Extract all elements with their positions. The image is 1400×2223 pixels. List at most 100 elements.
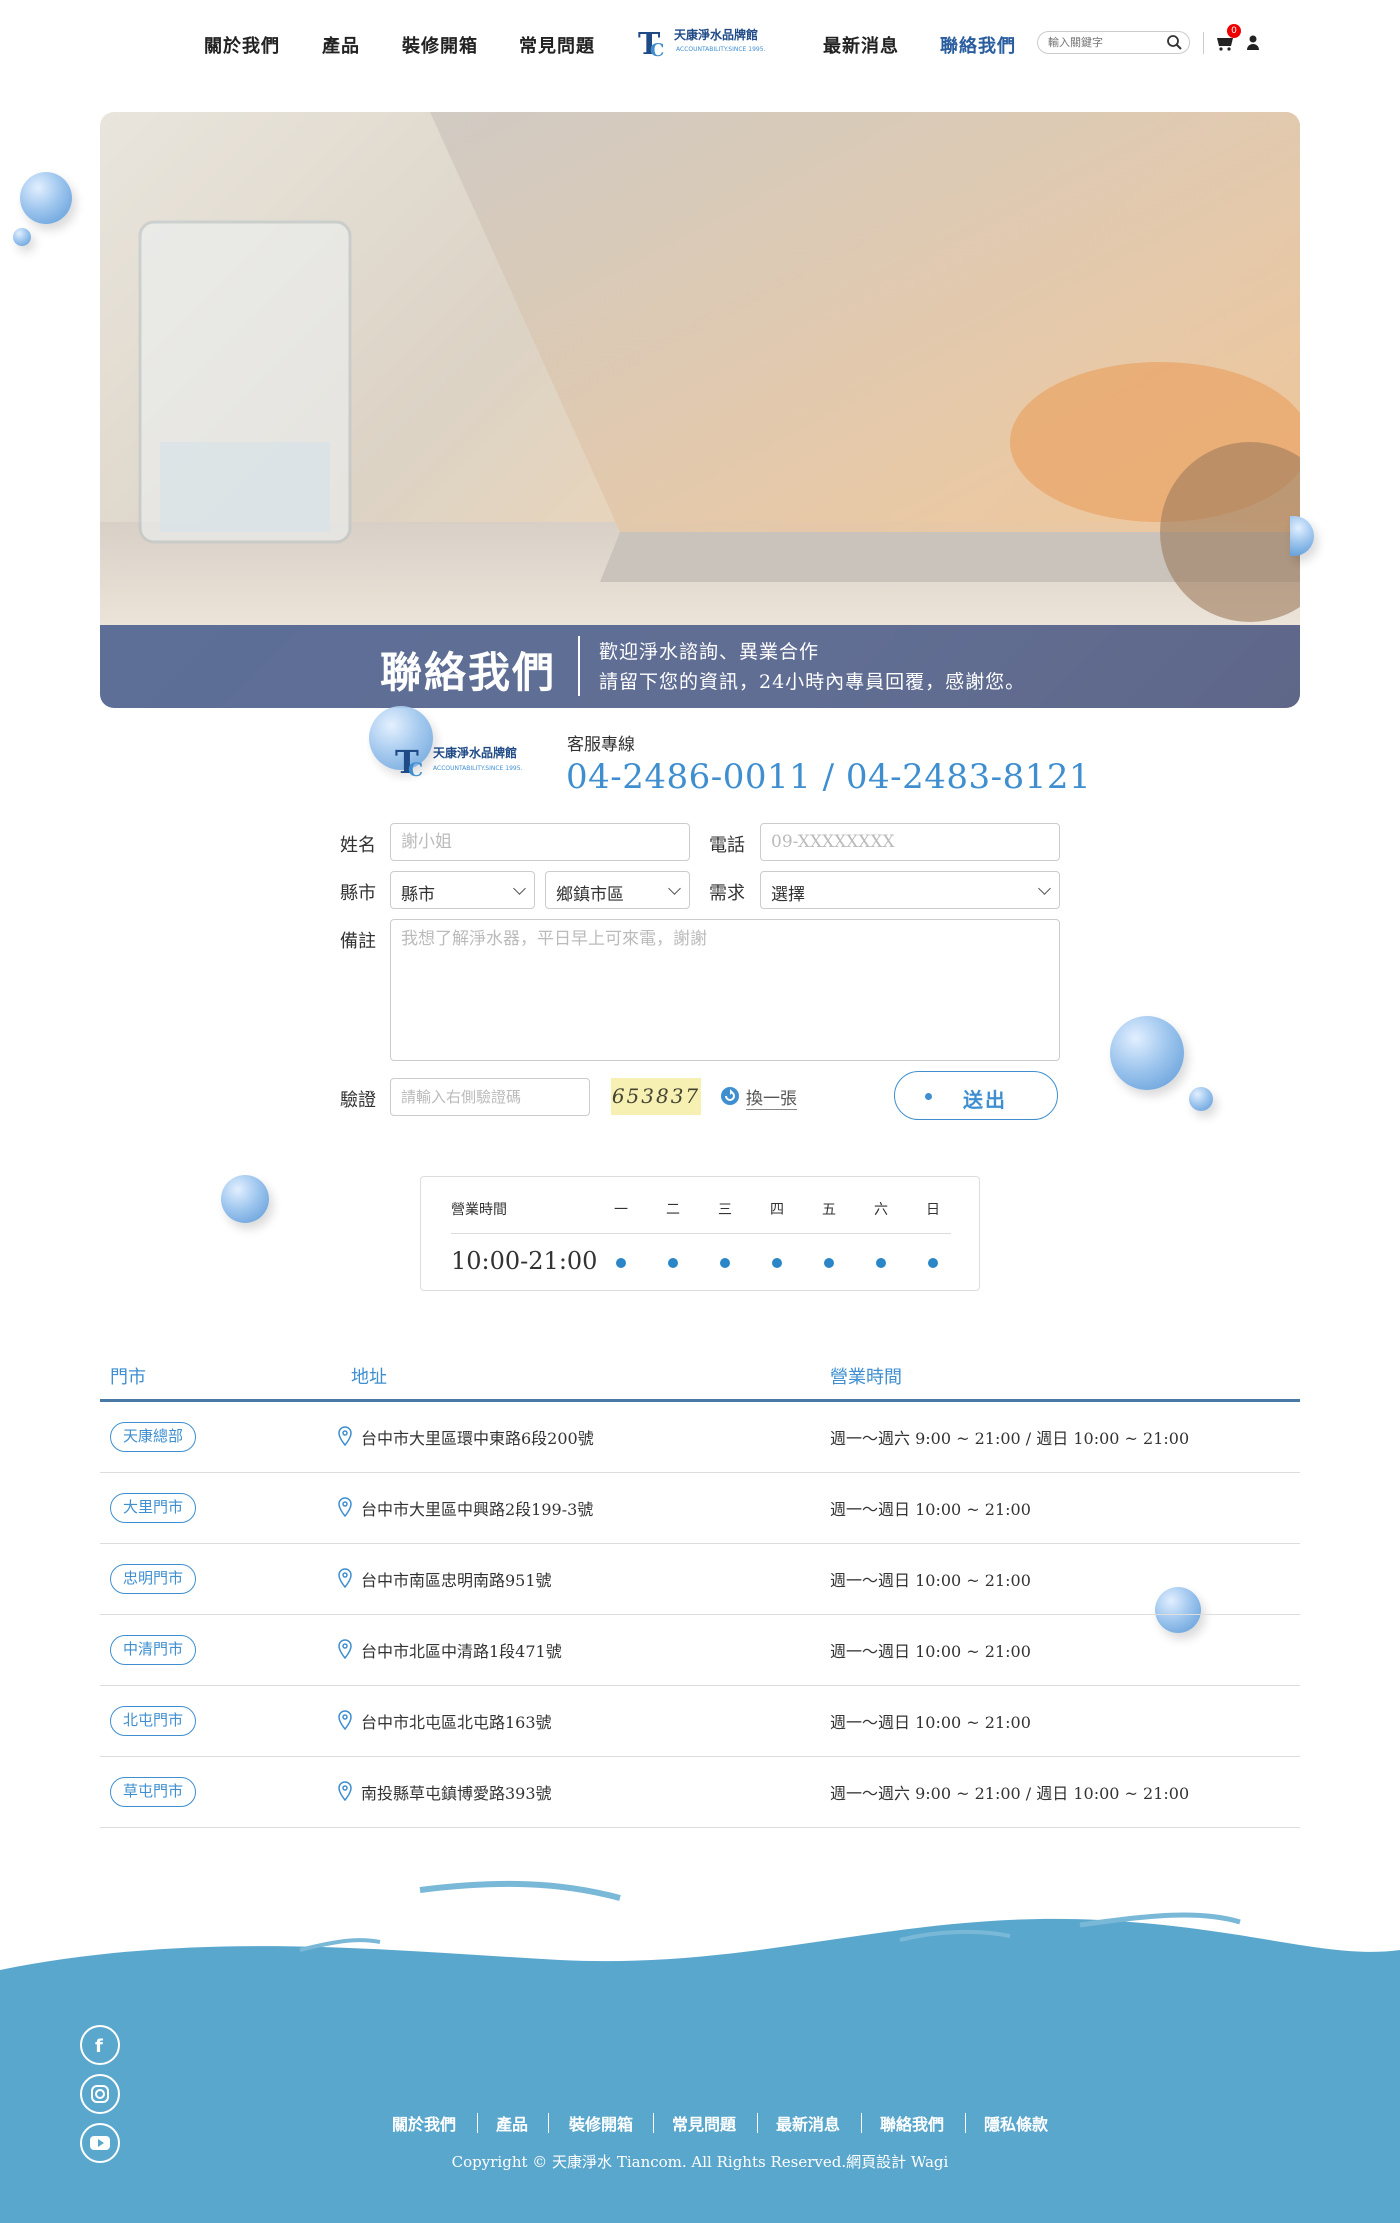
captcha-input[interactable] (390, 1078, 590, 1116)
store-address: 台中市北區中清路1段471號 (361, 1642, 562, 1661)
store-name-tag[interactable]: 中清門市 (110, 1635, 196, 1665)
decor-bubble (20, 172, 72, 224)
footer-divider (477, 2113, 478, 2133)
store-name-tag[interactable]: 草屯門市 (110, 1777, 196, 1807)
location-pin-icon (338, 1710, 352, 1730)
brand-logo-small: T C 天康淨水品牌館 ACCOUNTABILITY.SINCE 1995. (395, 743, 523, 780)
need-select[interactable]: 選擇 (760, 871, 1060, 909)
nav-contact[interactable]: 聯絡我們 (940, 32, 1016, 58)
table-row: 忠明門市 台中市南區忠明南路951號 週一～週日 10:00 ~ 21:00 (100, 1544, 1300, 1615)
store-address: 台中市大里區中興路2段199-3號 (361, 1500, 594, 1519)
open-dot-thu (772, 1258, 782, 1268)
district-select-value: 鄉鎮市區 (556, 885, 624, 905)
footer-link-privacy[interactable]: 隱私條款 (984, 2111, 1048, 2135)
city-select-value: 縣市 (401, 885, 435, 905)
brand-logo[interactable]: T C 天康淨水品牌館 ACCOUNTABILITY.SINCE 1995. (636, 26, 778, 60)
decor-bubble (13, 228, 31, 246)
store-address: 南投縣草屯鎮博愛路393號 (361, 1784, 552, 1803)
top-nav: 關於我們 產品 裝修開箱 常見問題 T C 天康淨水品牌館 ACCOUNTABI… (0, 24, 1400, 60)
hours-time: 10:00-21:00 (451, 1247, 598, 1275)
footer-divider (653, 2113, 654, 2133)
hero-subtitle-2: 請留下您的資訊，24小時內專員回覆，感謝您。 (599, 671, 1026, 693)
location-pin-icon (338, 1568, 352, 1588)
store-name-tag[interactable]: 北屯門市 (110, 1706, 196, 1736)
hero-image (100, 112, 1300, 625)
svg-text:ACCOUNTABILITY.SINCE 1995.: ACCOUNTABILITY.SINCE 1995. (433, 765, 523, 772)
district-select[interactable]: 鄉鎮市區 (545, 871, 690, 909)
submit-button[interactable]: 送出 (894, 1071, 1058, 1120)
search-input[interactable] (1048, 34, 1163, 51)
facebook-icon[interactable]: f (80, 2025, 120, 2065)
note-textarea[interactable] (390, 919, 1060, 1061)
chevron-down-icon (513, 882, 526, 895)
open-dot-sun (928, 1258, 938, 1268)
store-hours: 週一～週日 10:00 ~ 21:00 (830, 1500, 1031, 1519)
verify-label: 驗證 (340, 1090, 376, 1111)
hero-caption-band: 聯絡我們 歡迎淨水諮詢、異業合作 請留下您的資訊，24小時內專員回覆，感謝您。 (100, 625, 1300, 708)
store-hours: 週一～週六 9:00 ~ 21:00 / 週日 10:00 ~ 21:00 (830, 1784, 1190, 1803)
store-address: 台中市南區忠明南路951號 (361, 1571, 552, 1590)
refresh-captcha-link[interactable]: 換一張 (746, 1084, 797, 1110)
col-header-address: 地址 (351, 1367, 387, 1388)
chevron-down-icon (668, 882, 681, 895)
open-dot-sat (876, 1258, 886, 1268)
phone-input[interactable] (760, 823, 1060, 861)
footer-link-contact[interactable]: 聯絡我們 (880, 2111, 944, 2135)
note-label: 備註 (340, 931, 376, 952)
hero-banner: 聯絡我們 歡迎淨水諮詢、異業合作 請留下您的資訊，24小時內專員回覆，感謝您。 (100, 112, 1300, 708)
phone-label: 電話 (709, 835, 745, 856)
name-label: 姓名 (340, 835, 376, 856)
day-sat: 六 (874, 1202, 888, 1218)
table-row: 北屯門市 台中市北屯區北屯路163號 週一～週日 10:00 ~ 21:00 (100, 1686, 1300, 1757)
city-select[interactable]: 縣市 (390, 871, 535, 909)
footer-divider (548, 2113, 549, 2133)
table-row: 大里門市 台中市大里區中興路2段199-3號 週一～週日 10:00 ~ 21:00 (100, 1473, 1300, 1544)
footer-link-about[interactable]: 關於我們 (392, 2111, 456, 2135)
nav-about[interactable]: 關於我們 (204, 32, 280, 58)
location-pin-icon (338, 1781, 352, 1801)
nav-products[interactable]: 產品 (322, 32, 360, 58)
day-thu: 四 (770, 1202, 784, 1218)
city-label: 縣市 (340, 883, 376, 904)
col-header-hours: 營業時間 (830, 1367, 902, 1388)
service-phone-number[interactable]: 04-2486-0011 / 04-2483-8121 (566, 757, 1091, 797)
day-wed: 三 (718, 1202, 732, 1218)
hours-label: 營業時間 (451, 1202, 507, 1218)
footer-nav: 關於我們 產品 裝修開箱 常見問題 最新消息 聯絡我們 隱私條款 (0, 2107, 1400, 2137)
chevron-down-icon (1038, 882, 1051, 895)
store-name-tag[interactable]: 天康總部 (110, 1422, 196, 1452)
decor-bubble (1290, 516, 1314, 556)
name-input[interactable] (390, 823, 690, 861)
store-name-tag[interactable]: 大里門市 (110, 1493, 196, 1523)
service-line-label: 客服專線 (567, 735, 635, 755)
nav-unboxing[interactable]: 裝修開箱 (402, 32, 478, 58)
location-pin-icon (338, 1639, 352, 1659)
location-pin-icon (338, 1497, 352, 1517)
refresh-icon[interactable] (720, 1086, 740, 1106)
footer-link-unboxing[interactable]: 裝修開箱 (569, 2111, 633, 2135)
decor-bubble (1189, 1087, 1213, 1111)
search-icon[interactable] (1166, 34, 1183, 51)
store-address: 台中市北屯區北屯路163號 (361, 1713, 552, 1732)
location-pin-icon (338, 1426, 352, 1446)
nav-news[interactable]: 最新消息 (823, 32, 899, 58)
nav-faq[interactable]: 常見問題 (519, 32, 595, 58)
table-row: 天康總部 台中市大里區環中東路6段200號 週一～週六 9:00 ~ 21:00 /… (100, 1402, 1300, 1473)
open-dot-fri (824, 1258, 834, 1268)
footer-link-faq[interactable]: 常見問題 (672, 2111, 736, 2135)
footer-link-news[interactable]: 最新消息 (776, 2111, 840, 2135)
svg-text:ACCOUNTABILITY.SINCE 1995.: ACCOUNTABILITY.SINCE 1995. (676, 46, 766, 53)
footer-link-products[interactable]: 產品 (496, 2111, 528, 2135)
open-dot-tue (668, 1258, 678, 1268)
user-icon[interactable] (1242, 32, 1264, 54)
store-hours: 週一～週日 10:00 ~ 21:00 (830, 1642, 1031, 1661)
submit-label: 送出 (963, 1088, 1007, 1112)
store-hours: 週一～週日 10:00 ~ 21:00 (830, 1713, 1031, 1732)
captcha-image: 653837 (611, 1078, 701, 1115)
open-dot-mon (616, 1258, 626, 1268)
hero-divider (578, 636, 580, 696)
store-name-tag[interactable]: 忠明門市 (110, 1564, 196, 1594)
footer-divider (965, 2113, 966, 2133)
day-mon: 一 (614, 1202, 628, 1218)
store-hours: 週一～週六 9:00 ~ 21:00 / 週日 10:00 ~ 21:00 (830, 1429, 1190, 1448)
